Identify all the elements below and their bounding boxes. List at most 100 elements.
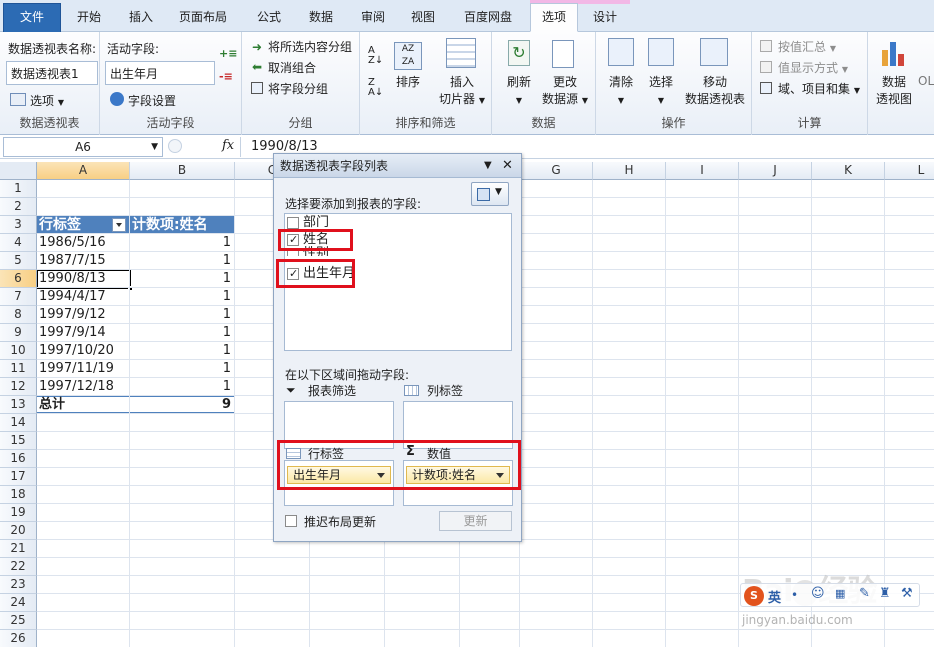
pivot-value-header[interactable]: 计数项:姓名 [130,216,235,234]
row-header-11[interactable]: 11 [0,360,37,378]
tab-formulas[interactable]: 公式 [246,4,292,32]
show-values-as-button[interactable]: 值显示方式 ▼ [778,59,848,76]
pivot-total-label[interactable]: 总计 [39,396,129,414]
ime-keyboard-icon[interactable]: ▦ [835,587,845,600]
pivot-row-labels-header[interactable]: 行标签 [37,216,130,234]
summarize-values-by-button[interactable]: 按值汇总 ▼ [778,38,836,55]
row-header-21[interactable]: 21 [0,540,37,558]
row-header-17[interactable]: 17 [0,468,37,486]
pivot-row-count[interactable]: 1 [130,306,235,324]
refresh-button[interactable]: 刷新 ▼ [500,74,538,109]
change-source-button[interactable]: 更改 数据源 ▼ [540,74,590,109]
row-header-23[interactable]: 23 [0,576,37,594]
row-header-7[interactable]: 7 [0,288,37,306]
close-icon[interactable]: ✕ [502,154,513,178]
active-field-input[interactable]: 出生年月 [105,61,215,85]
column-header-i[interactable]: I [666,162,739,180]
pivot-row-count[interactable]: 1 [130,342,235,360]
pivot-row-label[interactable]: 1986/5/16 [39,234,129,252]
field-checkbox[interactable] [287,217,299,229]
pane-options-chevron-icon[interactable]: ▼ [484,154,492,178]
pivot-row-label[interactable]: 1997/12/18 [39,378,129,396]
ime-toolbar[interactable]: S 英 • ☺ ▦ ✎ ♜ ⚒ [740,583,920,607]
pivot-row-count[interactable]: 1 [130,288,235,306]
sort-z-a-icon[interactable]: Z A↓ [368,78,383,98]
row-header-1[interactable]: 1 [0,180,37,198]
tab-data[interactable]: 数据 [298,4,344,32]
row-header-12[interactable]: 12 [0,378,37,396]
row-header-4[interactable]: 4 [0,234,37,252]
column-header-l[interactable]: L [885,162,934,180]
expand-field-icon[interactable]: +≡ [219,47,237,60]
active-cell-a6[interactable] [36,269,133,291]
sort-button[interactable]: 排序 [390,74,426,91]
row-header-6[interactable]: 6 [0,270,37,288]
collapse-field-icon[interactable]: -≡ [219,70,233,83]
row-header-9[interactable]: 9 [0,324,37,342]
row-header-20[interactable]: 20 [0,522,37,540]
pivot-total-value[interactable]: 9 [130,396,235,414]
name-box[interactable]: A6 ▼ [3,137,163,157]
row-header-25[interactable]: 25 [0,612,37,630]
ime-punct-icon[interactable]: • [791,588,798,602]
clear-button[interactable]: 清除 ▼ [602,74,640,109]
pivotchart-button[interactable]: 数据 透视图 [872,74,916,108]
olap-tools-button[interactable]: OL [918,74,934,88]
row-header-19[interactable]: 19 [0,504,37,522]
field-settings-button[interactable]: 字段设置 [128,92,176,109]
tab-options[interactable]: 选项 [530,3,578,32]
select-all-corner[interactable] [0,162,37,180]
row-header-16[interactable]: 16 [0,450,37,468]
row-header-3[interactable]: 3 [0,216,37,234]
pivot-row-label[interactable]: 1997/9/12 [39,306,129,324]
pivot-field-list-pane[interactable]: 数据透视表字段列表 ▼ ✕ 选择要添加到报表的字段: ▼ 部门 姓名 性别 出生… [273,153,522,542]
column-header-g[interactable]: G [520,162,593,180]
filter-dropdown-icon[interactable] [112,218,126,232]
ungroup-button[interactable]: 取消组合 [268,59,316,76]
chevron-down-icon[interactable]: ▼ [151,138,158,156]
tab-file[interactable]: 文件 [3,3,61,32]
select-button[interactable]: 选择 ▼ [642,74,680,109]
pivot-row-count[interactable]: 1 [130,378,235,396]
move-pivottable-button[interactable]: 移动 数据透视表 [682,74,748,108]
sort-a-z-icon[interactable]: A Z↓ [368,46,383,66]
row-header-22[interactable]: 22 [0,558,37,576]
row-header-13[interactable]: 13 [0,396,37,414]
tab-view[interactable]: 视图 [400,4,446,32]
pivot-row-label[interactable]: 1997/10/20 [39,342,129,360]
group-selection-button[interactable]: 将所选内容分组 [268,38,352,55]
tab-design[interactable]: 设计 [582,4,628,32]
tab-page-layout[interactable]: 页面布局 [172,4,234,32]
update-button[interactable]: 更新 [439,511,512,531]
row-header-10[interactable]: 10 [0,342,37,360]
pivot-row-count[interactable]: 1 [130,234,235,252]
tab-review[interactable]: 审阅 [350,4,396,32]
tab-baidu-netdisk[interactable]: 百度网盘 [456,4,520,32]
ime-skin-icon[interactable]: ✎ [859,586,870,601]
group-field-button[interactable]: 将字段分组 [268,80,328,97]
column-header-k[interactable]: K [812,162,885,180]
column-header-j[interactable]: J [739,162,812,180]
fields-items-sets-button[interactable]: 域、项目和集 ▼ [778,80,860,97]
row-header-15[interactable]: 15 [0,432,37,450]
pivot-row-label[interactable]: 1997/9/14 [39,324,129,342]
column-header-b[interactable]: B [130,162,235,180]
wrench-icon[interactable]: ⚒ [901,586,913,601]
options-button[interactable]: 选项 ▼ [30,92,64,109]
pivot-row-label[interactable]: 1994/4/17 [39,288,129,306]
pivot-row-label[interactable]: 1997/11/19 [39,360,129,378]
row-header-18[interactable]: 18 [0,486,37,504]
insert-slicer-button[interactable]: 插入 切片器 ▼ [436,74,488,109]
row-header-2[interactable]: 2 [0,198,37,216]
ime-emoji-icon[interactable]: ☺ [811,586,825,601]
ime-shirt-icon[interactable]: ♜ [879,586,891,601]
row-header-5[interactable]: 5 [0,252,37,270]
column-header-a[interactable]: A [37,162,130,180]
pivot-row-count[interactable]: 1 [130,270,235,288]
pivot-row-count[interactable]: 1 [130,360,235,378]
row-header-8[interactable]: 8 [0,306,37,324]
column-header-h[interactable]: H [593,162,666,180]
ime-mode-label[interactable]: 英 [768,587,781,606]
pivottable-name-input[interactable]: 数据透视表1 [6,61,98,85]
row-header-14[interactable]: 14 [0,414,37,432]
